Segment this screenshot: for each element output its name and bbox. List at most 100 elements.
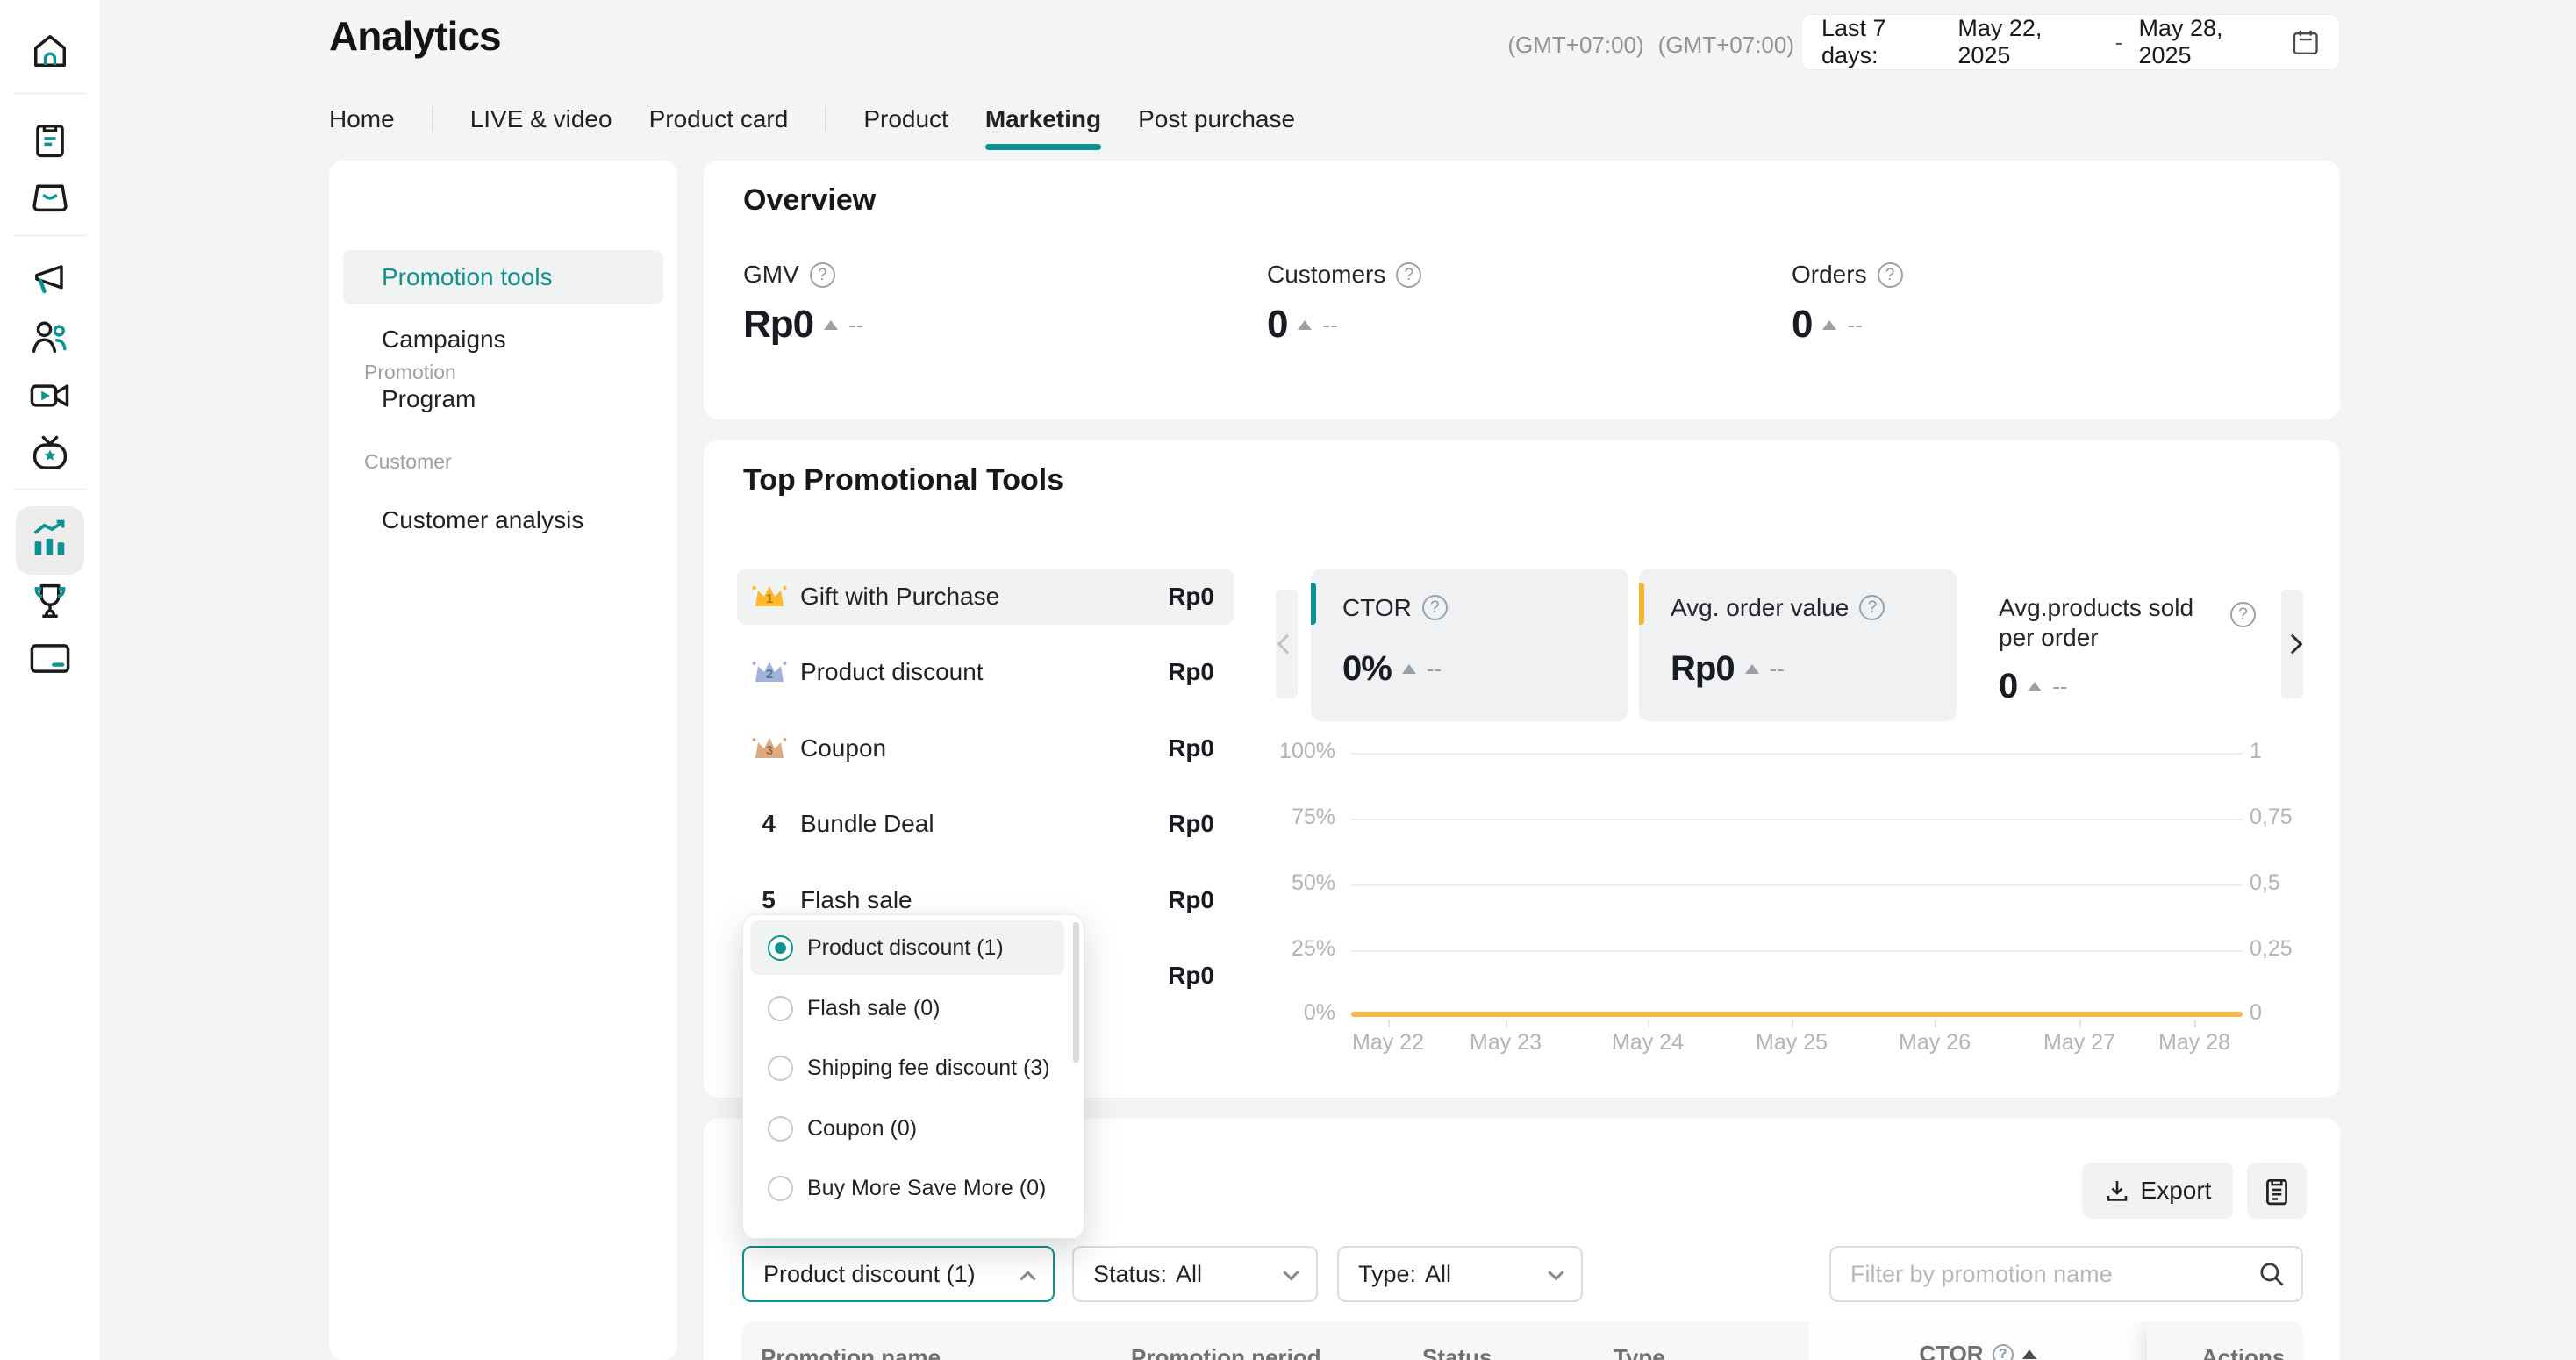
- metric-card-avg-products-sold[interactable]: Avg.products sold per order 0--: [1967, 569, 2248, 721]
- promo-tool-row-bundle-deal[interactable]: 4 Bundle Deal Rp0: [737, 796, 1234, 852]
- promotion-type-filter-select[interactable]: Product discount (1): [742, 1246, 1055, 1302]
- chevron-down-icon: [1548, 1264, 1563, 1280]
- sidebar-item-shows[interactable]: [27, 432, 73, 477]
- sidebar-item-promotion-tools[interactable]: Promotion tools: [343, 250, 663, 304]
- carousel-prev-button[interactable]: [1276, 590, 1298, 698]
- carousel-next-button[interactable]: [2281, 590, 2303, 698]
- promo-tool-value: Rp0: [1168, 583, 1214, 611]
- dropdown-option-flash-sale[interactable]: Flash sale (0): [750, 981, 1064, 1035]
- search-input[interactable]: [1831, 1261, 2258, 1288]
- radio-icon[interactable]: [768, 996, 793, 1021]
- chevron-left-icon: [1277, 634, 1297, 655]
- metric-value: 0: [1267, 303, 1287, 347]
- sidebar-item-shop[interactable]: [27, 172, 73, 218]
- metric-label: GMV: [743, 261, 799, 289]
- date-range-separator: -: [2109, 29, 2128, 56]
- x-axis-tick: [2194, 1020, 2196, 1027]
- sidebar-item-customer-analysis[interactable]: Customer analysis: [382, 503, 583, 538]
- sidebar-item-program[interactable]: Program: [382, 382, 476, 417]
- tab-live-video[interactable]: LIVE & video: [470, 102, 612, 137]
- promo-tool-value: Rp0: [1168, 658, 1214, 686]
- y-axis-left-tick: 100%: [1255, 739, 1335, 764]
- shop-bag-icon: [27, 172, 73, 218]
- radio-icon[interactable]: [768, 1116, 793, 1142]
- clipboard-list-icon: [2261, 1175, 2293, 1206]
- sidebar-item-growth[interactable]: [27, 579, 73, 625]
- sidebar-item-campaigns[interactable]: Campaigns: [382, 322, 506, 357]
- metric-card-ctor[interactable]: CTOR 0%--: [1311, 569, 1628, 721]
- top-tools-title: Top Promotional Tools: [743, 463, 1063, 497]
- y-axis-left-tick: 50%: [1255, 870, 1335, 896]
- metric-card-avg-order-value[interactable]: Avg. order value Rp0--: [1639, 569, 1957, 721]
- dropdown-scrollbar[interactable]: [1073, 922, 1079, 1063]
- overview-title: Overview: [743, 183, 876, 218]
- sidebar-item-finance[interactable]: [27, 635, 73, 681]
- metric-delta: --: [848, 311, 863, 339]
- timezone-label: (GMT+07:00): [1507, 32, 1643, 59]
- calendar-icon: [2291, 27, 2320, 57]
- delta-up-icon: [824, 320, 838, 330]
- metric-delta: --: [1847, 311, 1862, 339]
- dropdown-option-buy-more-save-more[interactable]: Buy More Save More (0): [750, 1161, 1064, 1215]
- tab-product[interactable]: Product: [863, 102, 948, 137]
- metric-gmv: GMV Rp0--: [743, 259, 863, 347]
- bronze-crown-icon: 3: [751, 734, 788, 763]
- page-title: Analytics: [329, 12, 501, 60]
- promo-tool-value: Rp0: [1168, 810, 1214, 838]
- type-filter-select[interactable]: Type: All: [1337, 1246, 1583, 1302]
- metric-label: Customers: [1267, 261, 1385, 289]
- delta-up-icon: [1402, 664, 1416, 674]
- promo-tool-row-coupon[interactable]: 3 Coupon Rp0: [737, 720, 1234, 777]
- sidebar-item-home[interactable]: [27, 28, 73, 74]
- help-icon[interactable]: [810, 262, 835, 288]
- help-icon[interactable]: [1859, 595, 1885, 620]
- column-header-actions: Actions: [2201, 1344, 2285, 1360]
- rank-number: 3: [751, 743, 788, 758]
- report-list-button[interactable]: [2247, 1163, 2307, 1219]
- help-icon[interactable]: [1878, 262, 1903, 288]
- sidebar-item-marketing[interactable]: [27, 256, 73, 302]
- y-axis-right-tick: 0: [2250, 1000, 2262, 1026]
- radio-selected-icon[interactable]: [768, 935, 793, 961]
- sidebar-item-affiliate[interactable]: [27, 314, 73, 360]
- sidebar-item-live[interactable]: [27, 373, 73, 419]
- tab-home[interactable]: Home: [329, 102, 395, 137]
- home-icon: [27, 28, 73, 74]
- x-axis-label: May 27: [2018, 1030, 2141, 1056]
- tab-marketing[interactable]: Marketing: [985, 102, 1101, 137]
- dropdown-option-shipping-fee-discount[interactable]: Shipping fee discount (3): [750, 1041, 1064, 1095]
- status-filter-select[interactable]: Status: All: [1072, 1246, 1318, 1302]
- date-range-picker[interactable]: Last 7 days: May 22, 2025 - May 28, 2025: [1801, 14, 2340, 70]
- tab-post-purchase[interactable]: Post purchase: [1138, 102, 1295, 137]
- metric-card-label: Avg.products sold per order: [1999, 593, 2209, 653]
- promo-tool-row-gift-with-purchase[interactable]: 1 Gift with Purchase Rp0: [737, 569, 1234, 625]
- overview-card: Overview GMV Rp0-- Customers 0-- Orders …: [704, 161, 2340, 419]
- metric-value: 0: [1792, 303, 1812, 347]
- search-icon[interactable]: [2258, 1260, 2286, 1288]
- sidebar-item-orders[interactable]: [27, 118, 73, 163]
- metric-orders: Orders 0--: [1792, 259, 1903, 347]
- help-icon[interactable]: [1422, 595, 1448, 620]
- silver-crown-icon: 2: [751, 657, 788, 687]
- help-icon[interactable]: [1396, 262, 1421, 288]
- radio-icon[interactable]: [768, 1056, 793, 1081]
- x-axis-tick: [1935, 1020, 1936, 1027]
- radio-icon[interactable]: [768, 1176, 793, 1201]
- help-icon[interactable]: [1993, 1344, 2014, 1360]
- tab-product-card[interactable]: Product card: [649, 102, 789, 137]
- app-icon-rail: [0, 0, 101, 1360]
- dropdown-option-coupon[interactable]: Coupon (0): [750, 1101, 1064, 1156]
- x-axis-label: May 23: [1444, 1030, 1567, 1056]
- help-icon[interactable]: [2230, 602, 2256, 627]
- promo-tool-row-product-discount[interactable]: 2 Product discount Rp0: [737, 644, 1234, 700]
- sidebar-item-analytics[interactable]: [27, 517, 73, 562]
- dropdown-option-product-discount[interactable]: Product discount (1): [750, 920, 1064, 975]
- export-button[interactable]: Export: [2082, 1163, 2233, 1219]
- x-axis-label: May 24: [1586, 1030, 1709, 1056]
- y-axis-right-tick: 1: [2250, 739, 2262, 764]
- gridline: [1351, 884, 2243, 886]
- x-axis-tick: [1792, 1020, 1793, 1027]
- metric-customers: Customers 0--: [1267, 259, 1421, 347]
- column-header-ctor-sortable[interactable]: CTOR: [1808, 1341, 2147, 1360]
- promo-tool-label: Product discount: [800, 658, 984, 686]
